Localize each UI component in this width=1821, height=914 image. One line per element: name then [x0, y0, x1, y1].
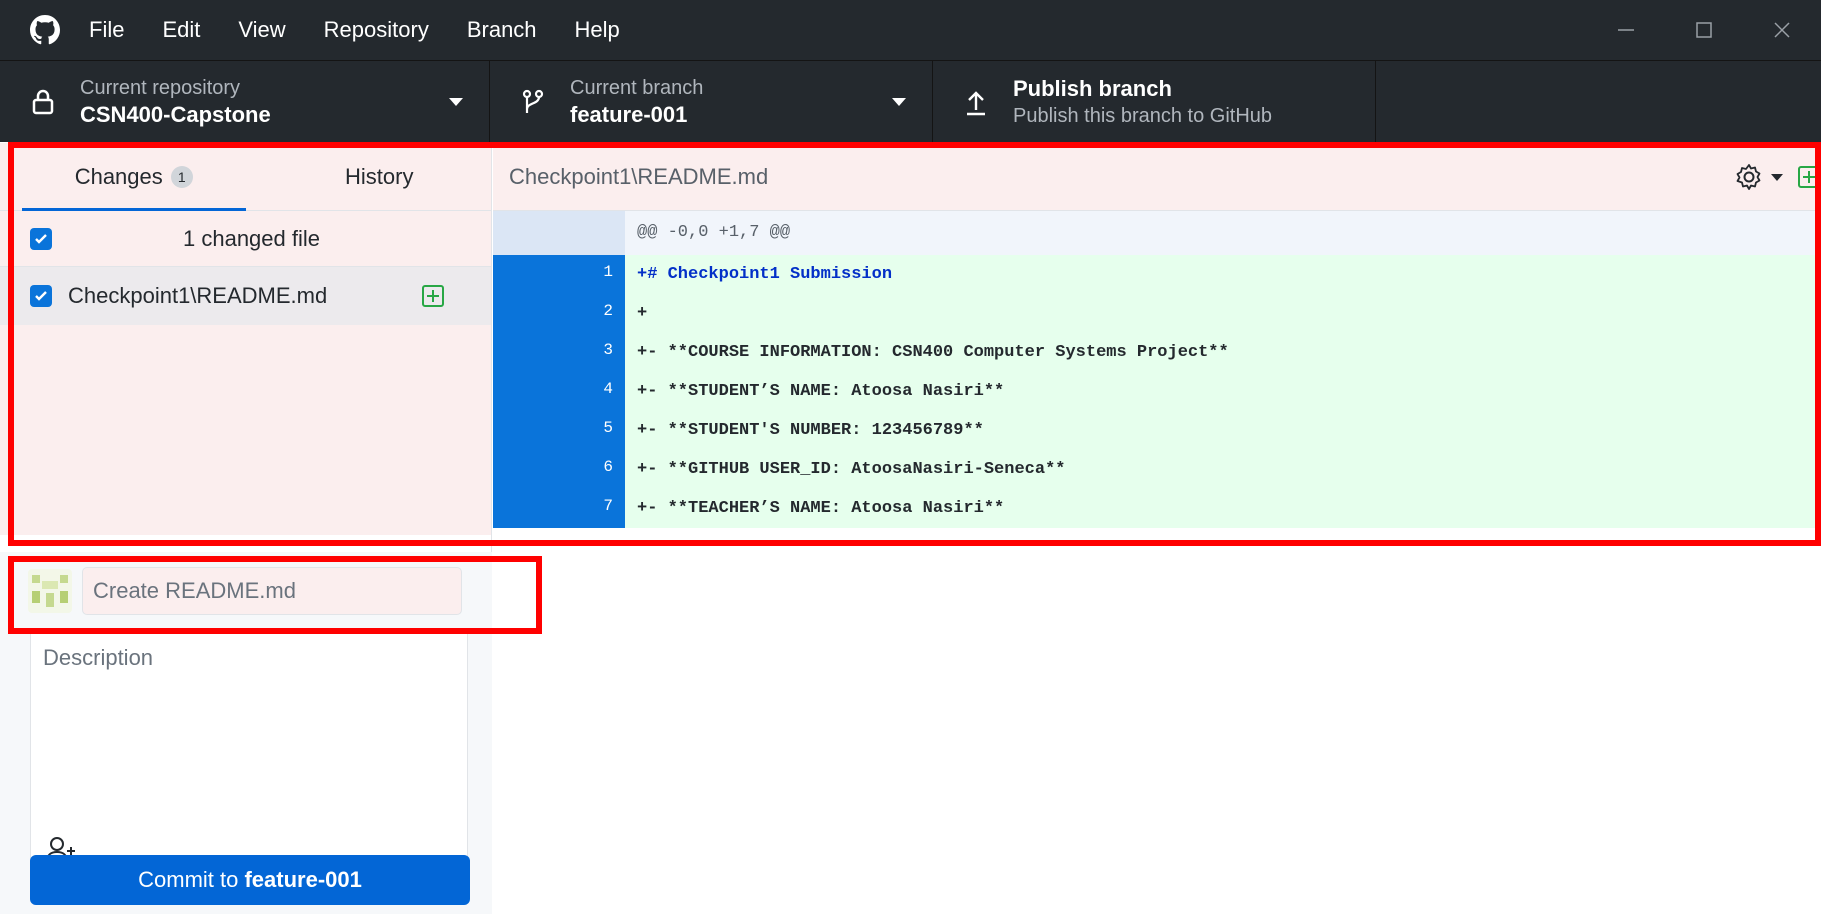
tab-history-label: History	[345, 163, 414, 189]
diff-gutter-old[interactable]	[493, 450, 559, 489]
line-number[interactable]: 3	[559, 333, 625, 372]
chevron-down-icon	[892, 98, 906, 106]
window-controls	[1587, 0, 1821, 60]
diff-line: 1 +# Checkpoint1 Submission	[493, 255, 1821, 294]
commit-summary-input[interactable]	[82, 567, 462, 615]
diff-line: 4 +- **STUDENT’S NAME: Atoosa Nasiri**	[493, 372, 1821, 411]
diff-file-path: Checkpoint1\README.md	[509, 163, 769, 189]
current-branch-dropdown[interactable]: Current branch feature-001	[490, 61, 933, 143]
file-added-icon	[1798, 166, 1820, 188]
diff-line: 2 +	[493, 294, 1821, 333]
upload-icon	[961, 88, 991, 116]
line-number[interactable]: 4	[559, 372, 625, 411]
diff-gutter-old[interactable]	[493, 411, 559, 450]
diff-line: 6 +- **GITHUB USER_ID: AtoosaNasiri-Sene…	[493, 450, 1821, 489]
diff-line-text: +- **TEACHER’S NAME: Atoosa Nasiri**	[637, 499, 1005, 518]
changed-files-header: 1 changed file	[0, 211, 491, 267]
close-icon	[1774, 22, 1790, 38]
line-number[interactable]: 6	[559, 450, 625, 489]
line-number[interactable]: 5	[559, 411, 625, 450]
repository-name: CSN400-Capstone	[80, 102, 271, 127]
hunk-text: @@ -0,0 +1,7 @@	[637, 223, 791, 242]
minimize-button[interactable]	[1587, 0, 1665, 60]
commit-description-box	[30, 628, 468, 886]
diff-hunk-header: @@ -0,0 +1,7 @@	[493, 211, 1821, 255]
checkmark-icon	[35, 291, 47, 301]
lock-icon	[28, 88, 58, 116]
line-number[interactable]: 2	[559, 294, 625, 333]
publish-title: Publish branch	[1013, 76, 1172, 101]
title-bar: File Edit View Repository Branch Help	[0, 0, 1821, 60]
gear-icon	[1736, 164, 1761, 190]
current-repository-dropdown[interactable]: Current repository CSN400-Capstone	[0, 61, 490, 143]
branch-name: feature-001	[570, 102, 688, 127]
select-all-checkbox[interactable]	[30, 227, 52, 250]
diff-line: 3 +- **COURSE INFORMATION: CSN400 Comput…	[493, 333, 1821, 372]
checkmark-icon	[35, 233, 47, 244]
publish-subtitle: Publish this branch to GitHub	[1013, 105, 1273, 127]
changed-files-count: 1 changed file	[183, 225, 320, 251]
menu-file[interactable]: File	[70, 0, 143, 60]
menu-edit[interactable]: Edit	[143, 0, 219, 60]
commit-button-prefix: Commit to	[138, 867, 245, 892]
diff-line-text: +- **GITHUB USER_ID: AtoosaNasiri-Seneca…	[637, 460, 1066, 479]
diff-options	[1733, 143, 1821, 211]
diff-gutter-old[interactable]	[493, 333, 559, 372]
commit-description-input[interactable]	[31, 629, 467, 829]
tab-changes-label: Changes	[74, 163, 163, 189]
line-number[interactable]: 7	[559, 489, 625, 528]
maximize-icon	[1696, 22, 1712, 38]
menu-repository[interactable]: Repository	[305, 0, 448, 60]
commit-button-branch: feature-001	[244, 867, 362, 892]
commit-button[interactable]: Commit to feature-001	[30, 855, 470, 905]
publish-branch-button[interactable]: Publish branch Publish this branch to Gi…	[933, 61, 1376, 143]
toolbar: Current repository CSN400-Capstone Curre…	[0, 60, 1821, 143]
diff-line-text: +- **STUDENT'S NUMBER: 123456789**	[637, 421, 984, 440]
diff-gutter	[493, 211, 625, 255]
menu-help[interactable]: Help	[556, 0, 639, 60]
chevron-down-icon	[449, 98, 463, 106]
file-added-icon	[422, 285, 444, 307]
chevron-down-icon[interactable]	[1771, 173, 1783, 181]
sidebar-tabs: Changes 1 History	[0, 143, 491, 211]
file-list-item[interactable]: Checkpoint1\README.md	[0, 267, 491, 325]
menu-bar: File Edit View Repository Branch Help	[70, 0, 639, 60]
diff-gutter-old[interactable]	[493, 372, 559, 411]
diff-gutter-old[interactable]	[493, 294, 559, 333]
diff-line: 5 +- **STUDENT'S NUMBER: 123456789**	[493, 411, 1821, 450]
commit-summary-row	[28, 566, 468, 616]
minimize-icon	[1618, 29, 1634, 31]
tab-changes[interactable]: Changes 1	[0, 143, 246, 211]
menu-branch[interactable]: Branch	[448, 0, 556, 60]
diff-gutter-old[interactable]	[493, 489, 559, 528]
diff-line-text: +- **COURSE INFORMATION: CSN400 Computer…	[637, 343, 1229, 362]
close-button[interactable]	[1743, 0, 1821, 60]
line-number[interactable]: 1	[559, 255, 625, 294]
maximize-button[interactable]	[1665, 0, 1743, 60]
github-logo-icon	[20, 0, 70, 60]
diff-line-text: +- **STUDENT’S NAME: Atoosa Nasiri**	[637, 382, 1005, 401]
commit-message-area: Commit to feature-001	[0, 552, 492, 914]
diff-line-text: +# Checkpoint1 Submission	[637, 265, 893, 284]
menu-view[interactable]: View	[219, 0, 304, 60]
diff-settings-button[interactable]	[1733, 161, 1765, 193]
diff-viewer: Checkpoint1\README.md @@ -0,0 +1,7 @@ 1 …	[493, 143, 1821, 538]
git-branch-icon	[518, 88, 548, 116]
diff-line-text: +	[637, 304, 648, 323]
avatar	[28, 569, 72, 613]
diff-line: 7 +- **TEACHER’S NAME: Atoosa Nasiri**	[493, 489, 1821, 528]
diff-gutter-old[interactable]	[493, 255, 559, 294]
file-list-empty-area	[0, 325, 491, 535]
changes-count-badge: 1	[170, 165, 193, 188]
diff-header: Checkpoint1\README.md	[493, 143, 1821, 211]
branch-label: Current branch	[570, 77, 704, 99]
tab-history[interactable]: History	[246, 143, 492, 210]
file-checkbox[interactable]	[30, 285, 52, 307]
file-name: Checkpoint1\README.md	[68, 283, 328, 308]
repository-label: Current repository	[80, 77, 241, 99]
